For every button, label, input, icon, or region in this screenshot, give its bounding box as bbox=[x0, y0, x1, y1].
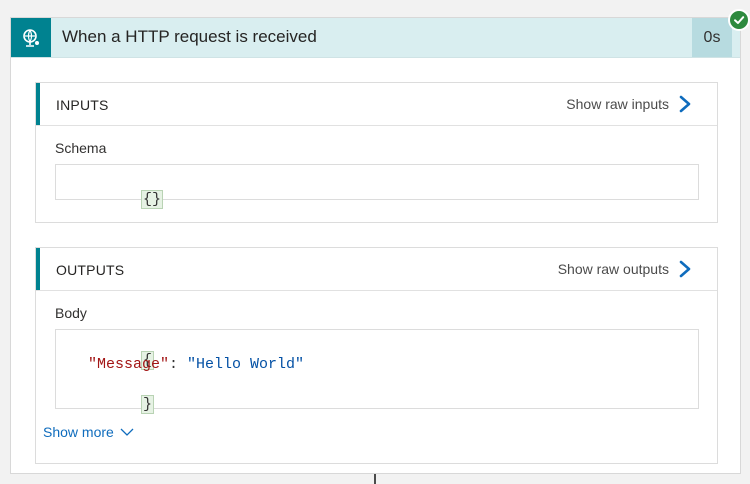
schema-label: Schema bbox=[55, 140, 107, 156]
chevron-right-icon[interactable] bbox=[675, 259, 695, 279]
outputs-header: OUTPUTS Show raw outputs bbox=[36, 248, 717, 291]
flow-connector-line bbox=[374, 474, 376, 484]
show-raw-inputs-link[interactable]: Show raw inputs bbox=[566, 96, 669, 112]
schema-value: {} bbox=[141, 190, 164, 209]
outputs-section: OUTPUTS Show raw outputs Body { "Message… bbox=[35, 247, 718, 464]
inputs-title: INPUTS bbox=[56, 97, 109, 113]
inputs-section: INPUTS Show raw inputs Schema {} bbox=[35, 82, 718, 223]
body-label: Body bbox=[55, 305, 87, 321]
inputs-header: INPUTS Show raw inputs bbox=[36, 83, 717, 126]
duration-badge: 0s bbox=[692, 18, 732, 57]
trigger-header[interactable]: When a HTTP request is received 0s bbox=[11, 18, 740, 58]
show-raw-outputs-link[interactable]: Show raw outputs bbox=[558, 261, 669, 277]
trigger-title: When a HTTP request is received bbox=[62, 27, 317, 46]
inputs-accent-bar bbox=[36, 83, 40, 125]
chevron-down-icon bbox=[120, 428, 134, 436]
json-value: "Hello World" bbox=[187, 356, 305, 373]
json-key: "Message" bbox=[88, 356, 170, 373]
http-request-icon bbox=[11, 18, 51, 57]
success-check-icon bbox=[728, 9, 750, 31]
schema-value-box: {} bbox=[55, 164, 699, 209]
json-property-line: "Message": "Hello World" bbox=[88, 356, 304, 373]
outputs-accent-bar bbox=[36, 248, 40, 290]
chevron-right-icon[interactable] bbox=[675, 94, 695, 114]
outputs-title: OUTPUTS bbox=[56, 262, 125, 278]
trigger-card: When a HTTP request is received 0s INPUT… bbox=[10, 17, 741, 474]
json-colon: : bbox=[169, 356, 188, 373]
show-more-link[interactable]: Show more bbox=[43, 424, 134, 440]
json-close-brace: } bbox=[141, 395, 155, 414]
body-value-box: { "Message": "Hello World" } bbox=[55, 329, 699, 414]
show-more-label: Show more bbox=[43, 424, 114, 440]
